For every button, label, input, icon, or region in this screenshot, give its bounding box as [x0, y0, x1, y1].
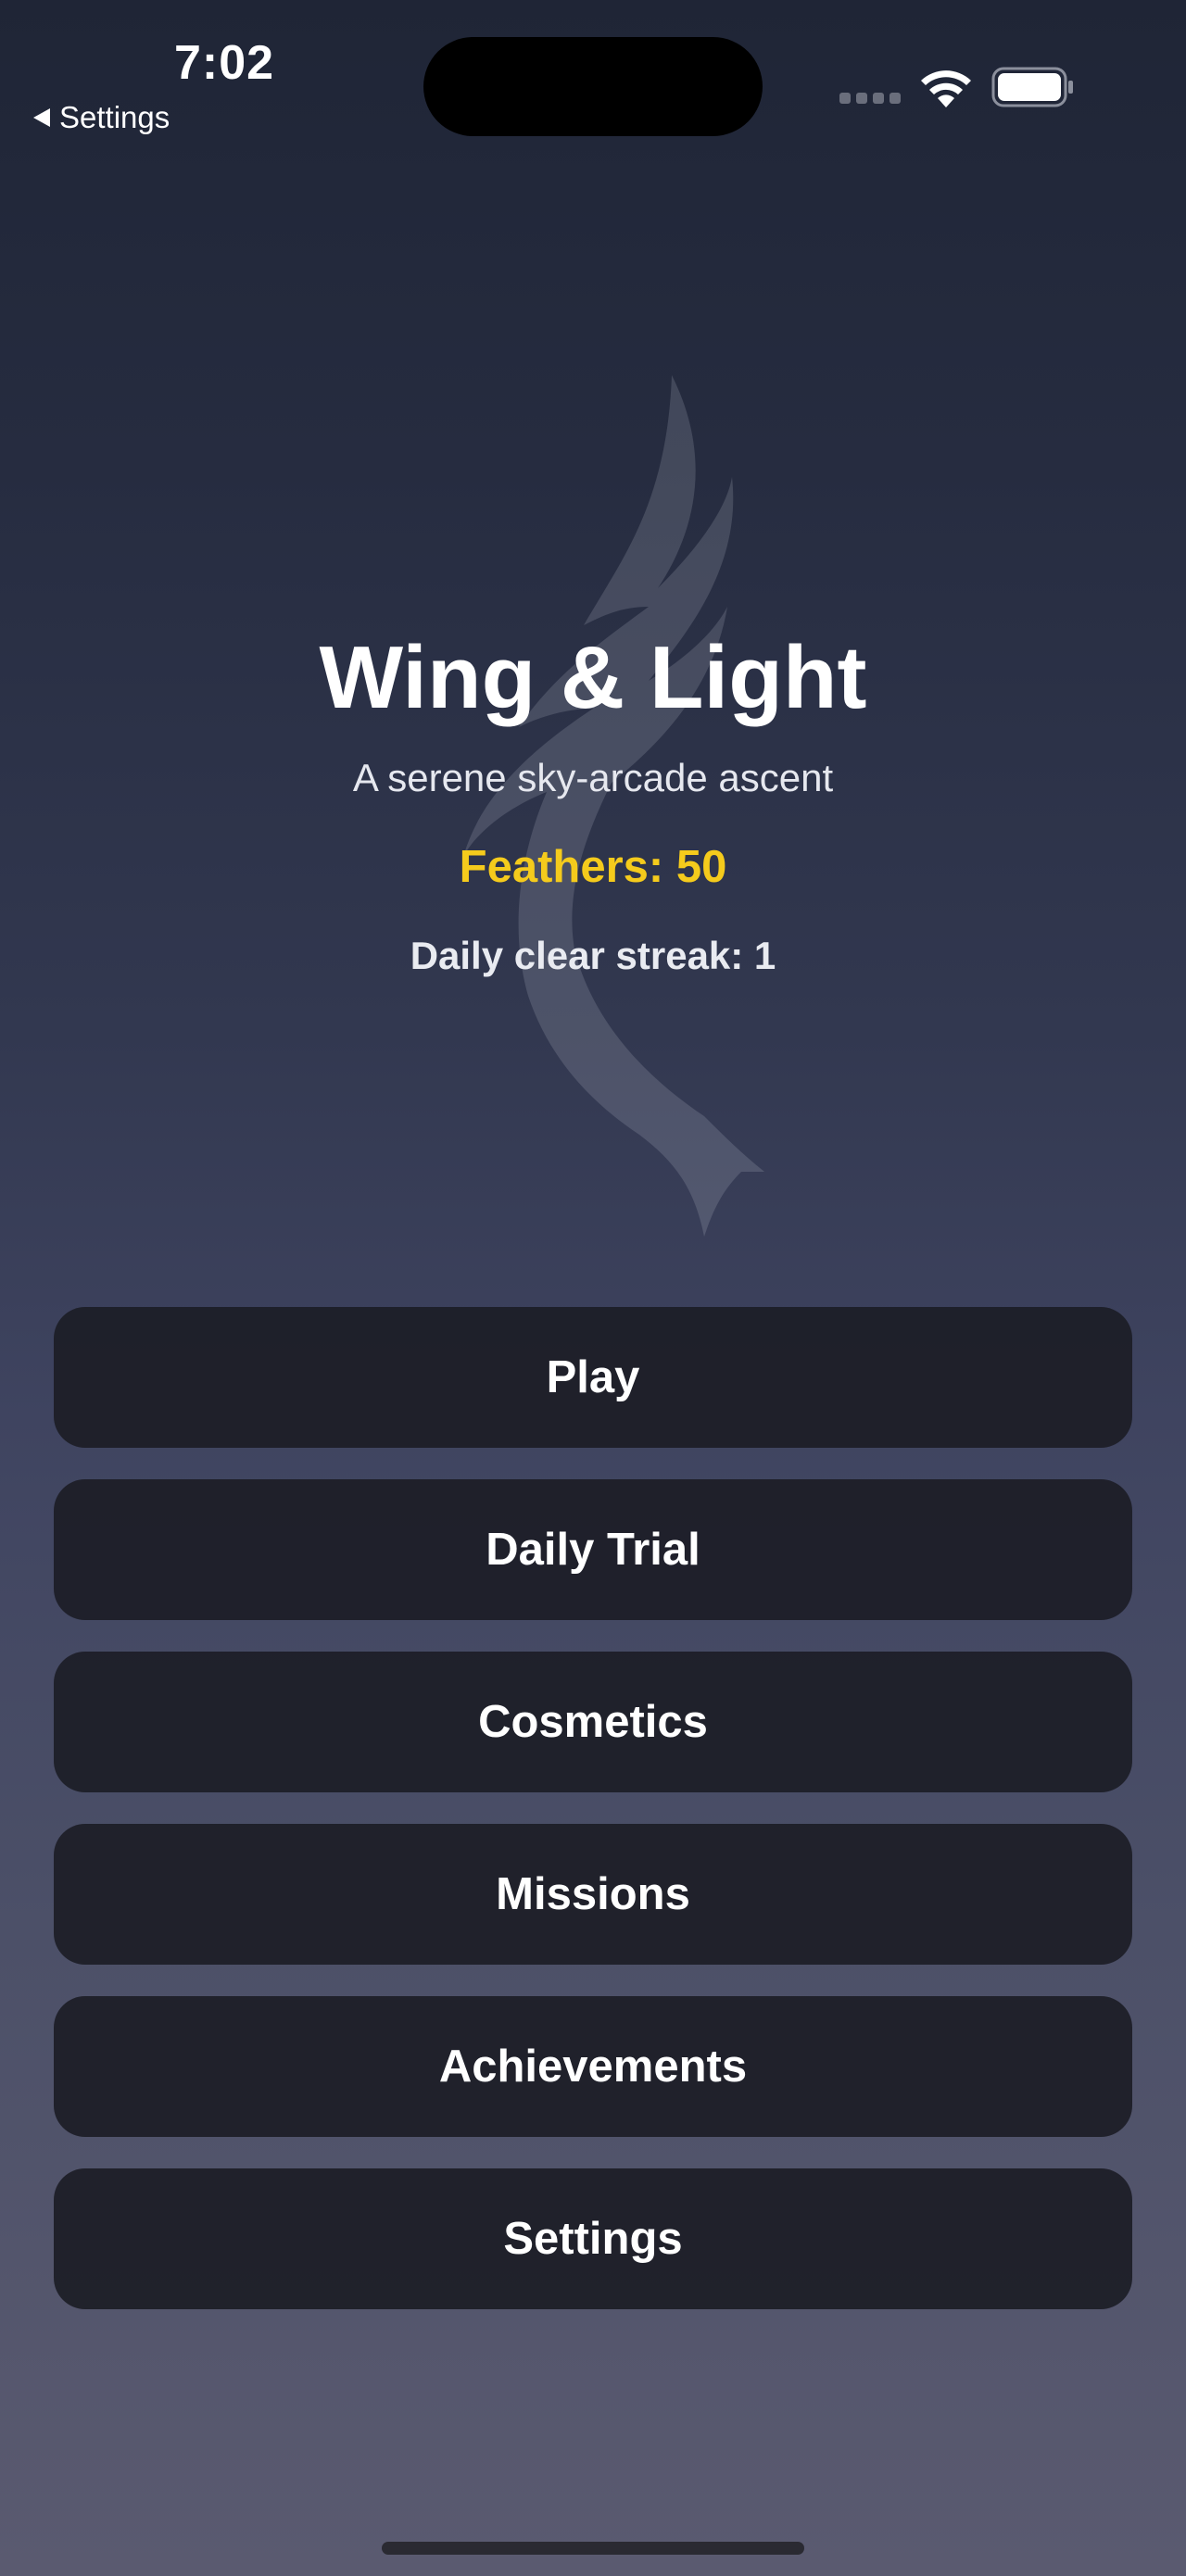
feathers-counter: Feathers: 50: [459, 842, 727, 892]
status-time: 7:02: [174, 36, 275, 90]
back-link-label: Settings: [59, 100, 170, 134]
daily-streak-label: Daily clear streak: 1: [410, 934, 776, 977]
status-bar: 7:02 Settings: [0, 0, 1186, 157]
home-indicator[interactable]: [382, 2542, 804, 2555]
battery-icon: [991, 67, 1073, 107]
settings-button[interactable]: Settings: [54, 2168, 1132, 2309]
game-title: Wing & Light: [319, 628, 867, 727]
wing-icon: [463, 375, 764, 1237]
missions-button[interactable]: Missions: [54, 1824, 1132, 1965]
cosmetics-button[interactable]: Cosmetics: [54, 1652, 1132, 1792]
dynamic-island: [423, 37, 763, 136]
daily-trial-button[interactable]: Daily Trial: [54, 1479, 1132, 1620]
game-subtitle: A serene sky-arcade ascent: [352, 756, 834, 799]
achievements-button[interactable]: Achievements: [54, 1996, 1132, 2137]
main-menu: Play Daily Trial Cosmetics Missions Achi…: [54, 1307, 1132, 2341]
wifi-icon: [921, 70, 971, 107]
play-button[interactable]: Play: [54, 1307, 1132, 1448]
back-arrow-icon: [33, 108, 50, 127]
back-to-settings-link[interactable]: Settings: [33, 100, 170, 135]
cellular-signal-icon: [839, 93, 901, 104]
